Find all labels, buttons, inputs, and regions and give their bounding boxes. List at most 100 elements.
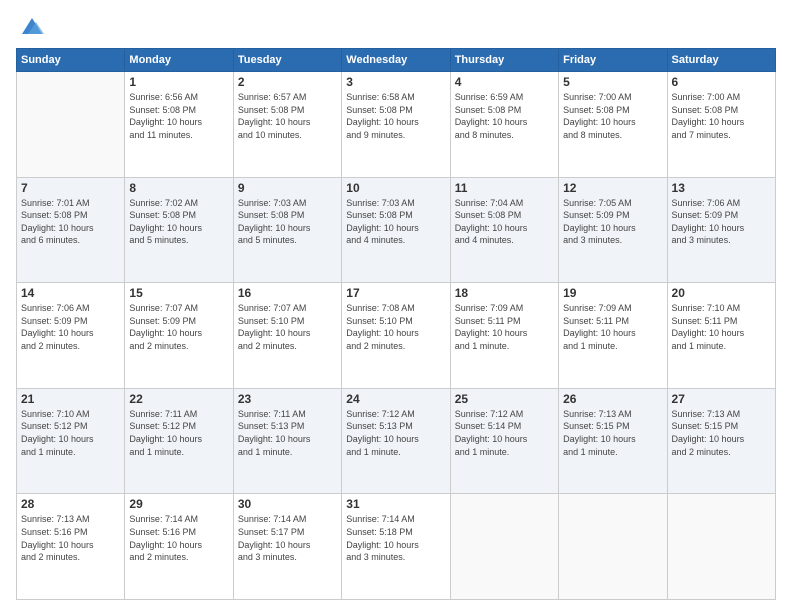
calendar-cell: 4Sunrise: 6:59 AM Sunset: 5:08 PM Daylig…	[450, 72, 558, 178]
calendar-cell: 28Sunrise: 7:13 AM Sunset: 5:16 PM Dayli…	[17, 494, 125, 600]
day-number: 5	[563, 75, 662, 89]
day-number: 29	[129, 497, 228, 511]
day-number: 18	[455, 286, 554, 300]
weekday-header-row: SundayMondayTuesdayWednesdayThursdayFrid…	[17, 49, 776, 72]
weekday-header-tuesday: Tuesday	[233, 49, 341, 72]
calendar-cell	[559, 494, 667, 600]
calendar-cell: 7 Sunrise: 7:01 AM Sunset: 5:08 PM Daylig…	[17, 177, 125, 283]
day-number: 3	[346, 75, 445, 89]
day-number: 6	[672, 75, 771, 89]
calendar-cell: 17 Sunrise: 7:08 AM Sunset: 5:10 PM Dayli…	[342, 283, 450, 389]
calendar-cell: 13 Sunrise: 7:06 AM Sunset: 5:09 PM Dayli…	[667, 177, 775, 283]
calendar-cell: 2 Sunrise: 6:57 AM Sunset: 5:08 PM Daylig…	[233, 72, 341, 178]
day-info: Sunrise: 7:06 AM Sunset: 5:09 PM Dayligh…	[672, 197, 771, 247]
calendar-cell: 19 Sunrise: 7:09 AM Sunset: 5:11 PM Dayli…	[559, 283, 667, 389]
calendar-cell: 23 Sunrise: 7:11 AM Sunset: 5:13 PM Dayli…	[233, 388, 341, 494]
calendar-cell: 22 Sunrise: 7:11 AM Sunset: 5:12 PM Dayli…	[125, 388, 233, 494]
day-info: Sunrise: 7:02 AM Sunset: 5:08 PM Dayligh…	[129, 197, 228, 247]
day-info: Sunrise: 6:58 AM Sunset: 5:08 PM Dayligh…	[346, 91, 445, 141]
day-number: 1	[129, 75, 228, 89]
day-info: Sunrise: 7:14 AM Sunset: 5:17 PM Dayligh…	[238, 513, 337, 563]
calendar-cell: 21Sunrise: 7:10 AM Sunset: 5:12 PM Dayli…	[17, 388, 125, 494]
calendar-cell: 18 Sunrise: 7:09 AM Sunset: 5:11 PM Dayli…	[450, 283, 558, 389]
page: SundayMondayTuesdayWednesdayThursdayFrid…	[0, 0, 792, 612]
day-number: 30	[238, 497, 337, 511]
day-number: 22	[129, 392, 228, 406]
day-info: Sunrise: 7:14 AM Sunset: 5:18 PM Dayligh…	[346, 513, 445, 563]
day-info: Sunrise: 7:08 AM Sunset: 5:10 PM Dayligh…	[346, 302, 445, 352]
calendar-cell: 8 Sunrise: 7:02 AM Sunset: 5:08 PM Daylig…	[125, 177, 233, 283]
day-number: 23	[238, 392, 337, 406]
weekday-header-monday: Monday	[125, 49, 233, 72]
day-info: Sunrise: 7:04 AM Sunset: 5:08 PM Dayligh…	[455, 197, 554, 247]
day-number: 10	[346, 181, 445, 195]
weekday-header-friday: Friday	[559, 49, 667, 72]
day-number: 26	[563, 392, 662, 406]
day-info: Sunrise: 7:06 AM Sunset: 5:09 PM Dayligh…	[21, 302, 120, 352]
calendar-cell: 20 Sunrise: 7:10 AM Sunset: 5:11 PM Dayli…	[667, 283, 775, 389]
day-number: 31	[346, 497, 445, 511]
calendar-week-row-1: 1 Sunrise: 6:56 AM Sunset: 5:08 PM Daylig…	[17, 72, 776, 178]
day-number: 28	[21, 497, 120, 511]
calendar-cell	[667, 494, 775, 600]
day-number: 19	[563, 286, 662, 300]
calendar-cell: 25Sunrise: 7:12 AM Sunset: 5:14 PM Dayli…	[450, 388, 558, 494]
calendar-cell: 27 Sunrise: 7:13 AM Sunset: 5:15 PM Dayli…	[667, 388, 775, 494]
day-number: 17	[346, 286, 445, 300]
day-info: Sunrise: 7:10 AM Sunset: 5:12 PM Dayligh…	[21, 408, 120, 458]
logo-icon	[18, 12, 46, 40]
weekday-header-saturday: Saturday	[667, 49, 775, 72]
day-number: 20	[672, 286, 771, 300]
calendar-cell: 11 Sunrise: 7:04 AM Sunset: 5:08 PM Dayli…	[450, 177, 558, 283]
day-info: Sunrise: 6:57 AM Sunset: 5:08 PM Dayligh…	[238, 91, 337, 141]
day-info: Sunrise: 7:07 AM Sunset: 5:09 PM Dayligh…	[129, 302, 228, 352]
day-number: 14	[21, 286, 120, 300]
calendar-cell: 30 Sunrise: 7:14 AM Sunset: 5:17 PM Dayli…	[233, 494, 341, 600]
calendar-cell: 3 Sunrise: 6:58 AM Sunset: 5:08 PM Daylig…	[342, 72, 450, 178]
day-number: 7	[21, 181, 120, 195]
header	[16, 12, 776, 40]
calendar-cell: 9Sunrise: 7:03 AM Sunset: 5:08 PM Daylig…	[233, 177, 341, 283]
calendar-week-row-5: 28Sunrise: 7:13 AM Sunset: 5:16 PM Dayli…	[17, 494, 776, 600]
day-info: Sunrise: 7:00 AM Sunset: 5:08 PM Dayligh…	[563, 91, 662, 141]
day-number: 11	[455, 181, 554, 195]
calendar-table: SundayMondayTuesdayWednesdayThursdayFrid…	[16, 48, 776, 600]
calendar-cell: 12 Sunrise: 7:05 AM Sunset: 5:09 PM Dayli…	[559, 177, 667, 283]
calendar-cell: 29 Sunrise: 7:14 AM Sunset: 5:16 PM Dayli…	[125, 494, 233, 600]
day-info: Sunrise: 7:05 AM Sunset: 5:09 PM Dayligh…	[563, 197, 662, 247]
day-number: 13	[672, 181, 771, 195]
day-number: 27	[672, 392, 771, 406]
calendar-cell	[450, 494, 558, 600]
day-info: Sunrise: 7:00 AM Sunset: 5:08 PM Dayligh…	[672, 91, 771, 141]
calendar-cell: 26 Sunrise: 7:13 AM Sunset: 5:15 PM Dayli…	[559, 388, 667, 494]
day-number: 16	[238, 286, 337, 300]
day-info: Sunrise: 7:01 AM Sunset: 5:08 PM Dayligh…	[21, 197, 120, 247]
weekday-header-wednesday: Wednesday	[342, 49, 450, 72]
logo	[16, 12, 46, 40]
day-info: Sunrise: 7:09 AM Sunset: 5:11 PM Dayligh…	[455, 302, 554, 352]
calendar-cell: 15Sunrise: 7:07 AM Sunset: 5:09 PM Dayli…	[125, 283, 233, 389]
day-info: Sunrise: 7:03 AM Sunset: 5:08 PM Dayligh…	[346, 197, 445, 247]
day-number: 8	[129, 181, 228, 195]
calendar-cell: 24 Sunrise: 7:12 AM Sunset: 5:13 PM Dayli…	[342, 388, 450, 494]
weekday-header-sunday: Sunday	[17, 49, 125, 72]
calendar-cell: 16Sunrise: 7:07 AM Sunset: 5:10 PM Dayli…	[233, 283, 341, 389]
day-info: Sunrise: 7:09 AM Sunset: 5:11 PM Dayligh…	[563, 302, 662, 352]
day-number: 2	[238, 75, 337, 89]
day-info: Sunrise: 7:12 AM Sunset: 5:13 PM Dayligh…	[346, 408, 445, 458]
day-info: Sunrise: 7:10 AM Sunset: 5:11 PM Dayligh…	[672, 302, 771, 352]
weekday-header-thursday: Thursday	[450, 49, 558, 72]
calendar-cell: 1 Sunrise: 6:56 AM Sunset: 5:08 PM Daylig…	[125, 72, 233, 178]
calendar-cell: 14 Sunrise: 7:06 AM Sunset: 5:09 PM Dayli…	[17, 283, 125, 389]
calendar-cell: 31 Sunrise: 7:14 AM Sunset: 5:18 PM Dayli…	[342, 494, 450, 600]
day-info: Sunrise: 6:56 AM Sunset: 5:08 PM Dayligh…	[129, 91, 228, 141]
day-info: Sunrise: 7:14 AM Sunset: 5:16 PM Dayligh…	[129, 513, 228, 563]
day-info: Sunrise: 7:11 AM Sunset: 5:12 PM Dayligh…	[129, 408, 228, 458]
day-info: Sunrise: 7:13 AM Sunset: 5:15 PM Dayligh…	[672, 408, 771, 458]
day-info: Sunrise: 7:13 AM Sunset: 5:15 PM Dayligh…	[563, 408, 662, 458]
day-number: 24	[346, 392, 445, 406]
calendar-cell: 6 Sunrise: 7:00 AM Sunset: 5:08 PM Daylig…	[667, 72, 775, 178]
day-info: Sunrise: 7:11 AM Sunset: 5:13 PM Dayligh…	[238, 408, 337, 458]
day-number: 12	[563, 181, 662, 195]
day-number: 9	[238, 181, 337, 195]
